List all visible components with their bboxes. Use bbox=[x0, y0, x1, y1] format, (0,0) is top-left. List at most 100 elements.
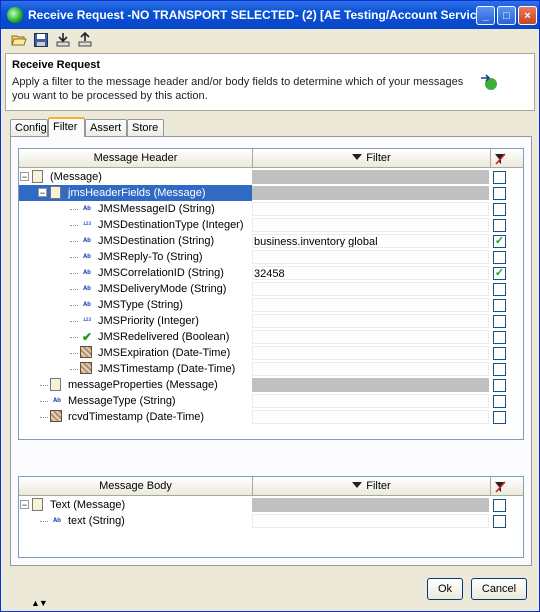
tree-connector bbox=[70, 337, 78, 338]
import-icon[interactable] bbox=[55, 32, 71, 48]
tree-cell[interactable]: ¹²³ JMSDestinationType (Integer) bbox=[19, 217, 252, 233]
collapse-toggle-icon[interactable]: − bbox=[38, 188, 47, 198]
tab-assert[interactable]: Assert bbox=[85, 119, 127, 136]
header_grid-row[interactable]: ᴬᵇ JMSDestination (String) business.invent… bbox=[19, 233, 523, 249]
enable-filter-checkbox[interactable] bbox=[493, 515, 506, 528]
column-header-message-body[interactable]: Message Body bbox=[19, 477, 253, 496]
enable-filter-checkbox[interactable]: ✓ bbox=[493, 235, 506, 248]
header_grid-row[interactable]: ᴬᵇ JMSType (String) bbox=[19, 297, 523, 313]
column-header-enable[interactable] bbox=[491, 149, 523, 168]
tree-cell[interactable]: ᴬᵇ JMSType (String) bbox=[19, 297, 252, 313]
header_grid-row[interactable]: − (Message) bbox=[19, 169, 523, 185]
header_grid-row[interactable]: ᴬᵇ JMSDeliveryMode (String) bbox=[19, 281, 523, 297]
tree-cell[interactable]: rcvdTimestamp (Date-Time) bbox=[19, 409, 252, 425]
filter-value-field[interactable]: 32458 bbox=[252, 266, 489, 280]
tree-cell[interactable]: − Text (Message) bbox=[19, 497, 252, 513]
header_grid-row[interactable]: ᴬᵇ MessageType (String) bbox=[19, 393, 523, 409]
splitter-arrows-icon[interactable]: ▲▼ bbox=[31, 598, 48, 608]
tree-cell[interactable]: ᴬᵇ text (String) bbox=[19, 513, 252, 529]
tree-cell[interactable]: ᴬᵇ JMSMessageID (String) bbox=[19, 201, 252, 217]
tree-cell[interactable]: ✔ JMSRedelivered (Boolean) bbox=[19, 329, 252, 345]
tree-cell[interactable]: − (Message) bbox=[19, 169, 252, 185]
tree-cell[interactable]: ᴬᵇ MessageType (String) bbox=[19, 393, 252, 409]
string-type-icon: ᴬᵇ bbox=[83, 268, 91, 278]
enable-filter-checkbox[interactable] bbox=[493, 187, 506, 200]
title-bar[interactable]: Receive Request -NO TRANSPORT SELECTED- … bbox=[1, 1, 539, 29]
filter-value-field[interactable] bbox=[252, 394, 489, 408]
save-icon[interactable] bbox=[33, 32, 49, 48]
export-icon[interactable] bbox=[77, 31, 93, 48]
open-folder-icon[interactable] bbox=[11, 32, 27, 48]
header_grid-row[interactable]: − jmsHeaderFields (Message) bbox=[19, 185, 523, 201]
column-header-filter[interactable]: Filter bbox=[253, 149, 491, 168]
cancel-button[interactable]: Cancel bbox=[471, 578, 527, 600]
filter-value-field[interactable] bbox=[252, 346, 489, 360]
enable-filter-checkbox[interactable] bbox=[493, 251, 506, 264]
enable-filter-checkbox[interactable]: ✓ bbox=[493, 267, 506, 280]
body_grid-row[interactable]: ᴬᵇ text (String) bbox=[19, 513, 523, 529]
enable-filter-checkbox[interactable] bbox=[493, 331, 506, 344]
enable-filter-checkbox[interactable] bbox=[493, 379, 506, 392]
message-icon bbox=[50, 186, 61, 199]
field-label: JMSDeliveryMode (String) bbox=[98, 283, 227, 295]
tree-cell[interactable]: JMSTimestamp (Date-Time) bbox=[19, 361, 252, 377]
body_grid-row[interactable]: − Text (Message) bbox=[19, 497, 523, 513]
header_grid-row[interactable]: ¹²³ JMSDestinationType (Integer) bbox=[19, 217, 523, 233]
filter-value-field[interactable] bbox=[252, 410, 489, 424]
header_grid-row[interactable]: ᴬᵇ JMSReply-To (String) bbox=[19, 249, 523, 265]
header_grid-row[interactable]: ᴬᵇ JMSMessageID (String) bbox=[19, 201, 523, 217]
tab-filter[interactable]: Filter bbox=[48, 117, 85, 137]
filter-value-field[interactable]: business.inventory global bbox=[252, 234, 489, 248]
tab-store[interactable]: Store bbox=[127, 119, 164, 136]
filter-value-field[interactable] bbox=[252, 218, 489, 232]
close-button[interactable]: × bbox=[518, 6, 537, 25]
collapse-toggle-icon[interactable]: − bbox=[20, 172, 29, 182]
enable-filter-checkbox[interactable] bbox=[493, 299, 506, 312]
enable-filter-checkbox[interactable] bbox=[493, 171, 506, 184]
enable-filter-checkbox[interactable] bbox=[493, 203, 506, 216]
column-header-body-enable[interactable] bbox=[491, 477, 523, 496]
header_grid-row[interactable]: ¹²³ JMSPriority (Integer) bbox=[19, 313, 523, 329]
tree-connector bbox=[70, 225, 78, 226]
field-label: JMSCorrelationID (String) bbox=[98, 267, 224, 279]
filter-value-field[interactable] bbox=[252, 298, 489, 312]
header_grid-row[interactable]: ᴬᵇ JMSCorrelationID (String) 32458 ✓ bbox=[19, 265, 523, 281]
column-header-message-header[interactable]: Message Header bbox=[19, 149, 253, 168]
filter-value-field[interactable] bbox=[252, 362, 489, 376]
tree-cell[interactable]: ¹²³ JMSPriority (Integer) bbox=[19, 313, 252, 329]
header_grid-row[interactable]: rcvdTimestamp (Date-Time) bbox=[19, 409, 523, 425]
enable-filter-checkbox[interactable] bbox=[493, 219, 506, 232]
minimize-button[interactable]: _ bbox=[476, 6, 495, 25]
header_grid-row[interactable]: JMSExpiration (Date-Time) bbox=[19, 345, 523, 361]
filter-value-field[interactable] bbox=[252, 250, 489, 264]
filter-value-field[interactable] bbox=[252, 282, 489, 296]
header_grid-row[interactable]: messageProperties (Message) bbox=[19, 377, 523, 393]
tree-connector bbox=[70, 305, 78, 306]
enable-filter-checkbox[interactable] bbox=[493, 347, 506, 360]
enable-filter-checkbox[interactable] bbox=[493, 283, 506, 296]
tree-cell[interactable]: JMSExpiration (Date-Time) bbox=[19, 345, 252, 361]
maximize-button[interactable]: □ bbox=[497, 6, 516, 25]
enable-filter-checkbox[interactable] bbox=[493, 363, 506, 376]
tree-cell[interactable]: ᴬᵇ JMSDeliveryMode (String) bbox=[19, 281, 252, 297]
header_grid-row[interactable]: ✔ JMSRedelivered (Boolean) bbox=[19, 329, 523, 345]
enable-filter-checkbox[interactable] bbox=[493, 499, 506, 512]
filter-value-field[interactable] bbox=[252, 314, 489, 328]
enable-filter-checkbox[interactable] bbox=[493, 411, 506, 424]
filter-value-field[interactable] bbox=[252, 514, 489, 528]
tab-config[interactable]: Config bbox=[10, 119, 48, 136]
tree-cell[interactable]: ᴬᵇ JMSDestination (String) bbox=[19, 233, 252, 249]
tree-cell[interactable]: messageProperties (Message) bbox=[19, 377, 252, 393]
filter-value-field[interactable] bbox=[252, 330, 489, 344]
column-header-body-filter[interactable]: Filter bbox=[253, 477, 491, 496]
enable-filter-checkbox[interactable] bbox=[493, 315, 506, 328]
header_grid-row[interactable]: JMSTimestamp (Date-Time) bbox=[19, 361, 523, 377]
tree-cell[interactable]: ᴬᵇ JMSCorrelationID (String) bbox=[19, 265, 252, 281]
collapse-toggle-icon[interactable]: − bbox=[20, 500, 29, 510]
ok-button[interactable]: Ok bbox=[427, 578, 463, 600]
filter-value-field[interactable] bbox=[252, 202, 489, 216]
tree-cell[interactable]: − jmsHeaderFields (Message) bbox=[19, 185, 252, 201]
field-label: JMSDestinationType (Integer) bbox=[98, 219, 244, 231]
enable-filter-checkbox[interactable] bbox=[493, 395, 506, 408]
tree-cell[interactable]: ᴬᵇ JMSReply-To (String) bbox=[19, 249, 252, 265]
